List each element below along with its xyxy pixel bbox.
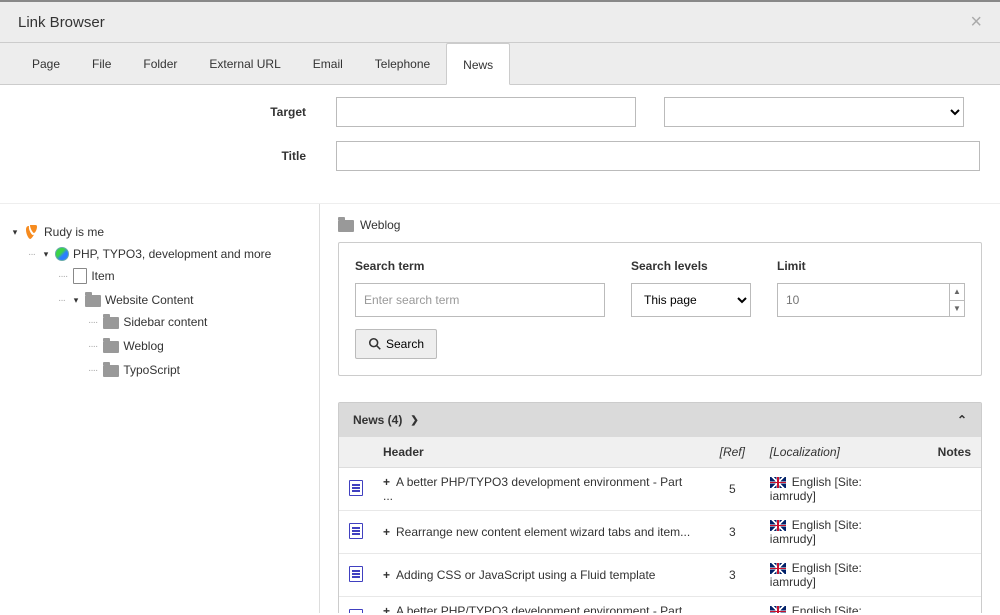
search-term-label: Search term bbox=[355, 259, 605, 273]
table-row[interactable]: + Rearrange new content element wizard ta… bbox=[339, 511, 981, 554]
chevron-up-icon[interactable]: ⌃ bbox=[957, 413, 967, 427]
row-ref: 4 bbox=[705, 597, 760, 614]
titlebar: Link Browser × bbox=[0, 2, 1000, 43]
target-input[interactable] bbox=[336, 97, 636, 127]
th-icon bbox=[339, 437, 373, 468]
content-pane: Weblog Search term Search levels This pa… bbox=[320, 204, 1000, 613]
search-box: Search term Search levels This page Limi… bbox=[338, 242, 982, 376]
tree-item-label[interactable]: Item bbox=[91, 269, 114, 283]
row-title[interactable]: A better PHP/TYPO3 development environme… bbox=[383, 604, 682, 613]
target-label: Target bbox=[18, 105, 336, 119]
th-header[interactable]: Header bbox=[373, 437, 705, 468]
search-button[interactable]: Search bbox=[355, 329, 437, 359]
folder-icon bbox=[338, 220, 354, 232]
tree-line-icon: ···· bbox=[88, 365, 97, 376]
folder-icon bbox=[103, 365, 119, 377]
flag-uk-icon bbox=[770, 520, 786, 531]
breadcrumb-label: Weblog bbox=[360, 218, 400, 232]
tab-email[interactable]: Email bbox=[297, 43, 359, 84]
tree-toggle-icon[interactable]: ▾ bbox=[41, 249, 51, 260]
flag-uk-icon bbox=[770, 563, 786, 574]
tree-line-icon: ···· bbox=[88, 341, 97, 352]
tree-site-label[interactable]: PHP, TYPO3, development and more bbox=[73, 247, 271, 261]
target-frame-select[interactable] bbox=[664, 97, 964, 127]
news-icon bbox=[349, 523, 363, 539]
tree-line-icon: ···· bbox=[88, 317, 97, 328]
tree-line-icon: ··· bbox=[28, 249, 35, 260]
close-icon[interactable]: × bbox=[970, 12, 982, 32]
row-ref: 3 bbox=[705, 511, 760, 554]
row-title[interactable]: A better PHP/TYPO3 development environme… bbox=[383, 475, 682, 503]
page-tree: ▾ Rudy is me ··· ▾ bbox=[0, 204, 320, 613]
search-term-input[interactable] bbox=[355, 283, 605, 317]
plus-icon[interactable]: + bbox=[383, 525, 390, 539]
news-icon bbox=[349, 609, 363, 614]
tree-toggle-icon[interactable]: ▾ bbox=[10, 227, 20, 238]
tree-weblog-label[interactable]: Weblog bbox=[123, 339, 163, 353]
row-ref: 3 bbox=[705, 554, 760, 597]
th-loc[interactable]: [Localization] bbox=[760, 437, 921, 468]
limit-down-icon[interactable]: ▼ bbox=[950, 301, 964, 317]
typo3-icon bbox=[24, 224, 40, 240]
tab-news[interactable]: News bbox=[446, 43, 510, 85]
plus-icon[interactable]: + bbox=[383, 475, 390, 489]
limit-up-icon[interactable]: ▲ bbox=[950, 284, 964, 301]
tab-external-url[interactable]: External URL bbox=[193, 43, 296, 84]
flag-uk-icon bbox=[770, 606, 786, 613]
search-levels-label: Search levels bbox=[631, 259, 751, 273]
panel-title: News (4) bbox=[353, 413, 402, 427]
tab-file[interactable]: File bbox=[76, 43, 127, 84]
th-ref[interactable]: [Ref] bbox=[705, 437, 760, 468]
chevron-right-icon: ❯ bbox=[410, 415, 418, 426]
news-table: Header [Ref] [Localization] Notes +A bet… bbox=[339, 437, 981, 613]
tab-telephone[interactable]: Telephone bbox=[359, 43, 446, 84]
tree-root-label[interactable]: Rudy is me bbox=[44, 225, 104, 239]
row-title[interactable]: Adding CSS or JavaScript using a Fluid t… bbox=[396, 568, 655, 582]
flag-uk-icon bbox=[770, 477, 786, 488]
tab-page[interactable]: Page bbox=[16, 43, 76, 84]
search-icon bbox=[368, 337, 382, 351]
folder-icon bbox=[85, 295, 101, 307]
news-panel: News (4) ❯ ⌃ Header [Ref] [Localization]… bbox=[338, 402, 982, 613]
th-notes[interactable]: Notes bbox=[921, 437, 981, 468]
tree-typoscript-label[interactable]: TypoScript bbox=[123, 363, 180, 377]
folder-icon bbox=[103, 341, 119, 353]
title-input[interactable] bbox=[336, 141, 980, 171]
news-panel-header[interactable]: News (4) ❯ ⌃ bbox=[339, 403, 981, 437]
row-ref: 5 bbox=[705, 468, 760, 511]
limit-label: Limit bbox=[777, 259, 965, 273]
search-button-label: Search bbox=[386, 337, 424, 351]
tabbar: Page File Folder External URL Email Tele… bbox=[0, 43, 1000, 85]
title-label: Title bbox=[18, 149, 336, 163]
search-levels-select[interactable]: This page bbox=[631, 283, 751, 317]
page-icon bbox=[73, 268, 87, 284]
tree-website-content-label[interactable]: Website Content bbox=[105, 293, 194, 307]
table-row[interactable]: +A better PHP/TYPO3 development environm… bbox=[339, 468, 981, 511]
tree-toggle-icon[interactable]: ▾ bbox=[71, 295, 81, 306]
plus-icon[interactable]: + bbox=[383, 568, 390, 582]
window-title: Link Browser bbox=[18, 14, 105, 31]
folder-icon bbox=[103, 317, 119, 329]
tab-folder[interactable]: Folder bbox=[127, 43, 193, 84]
tree-sidebar-content-label[interactable]: Sidebar content bbox=[123, 315, 207, 329]
limit-input[interactable] bbox=[777, 283, 949, 317]
link-form: Target Title bbox=[0, 85, 1000, 204]
news-icon bbox=[349, 480, 363, 496]
table-row[interactable]: +A better PHP/TYPO3 development environm… bbox=[339, 597, 981, 614]
row-title[interactable]: Rearrange new content element wizard tab… bbox=[396, 525, 690, 539]
tree-line-icon: ···· bbox=[58, 271, 67, 282]
news-icon bbox=[349, 566, 363, 582]
tree-line-icon: ··· bbox=[58, 295, 65, 306]
globe-icon bbox=[55, 247, 69, 261]
plus-icon[interactable]: + bbox=[383, 604, 390, 613]
table-row[interactable]: + Adding CSS or JavaScript using a Fluid … bbox=[339, 554, 981, 597]
